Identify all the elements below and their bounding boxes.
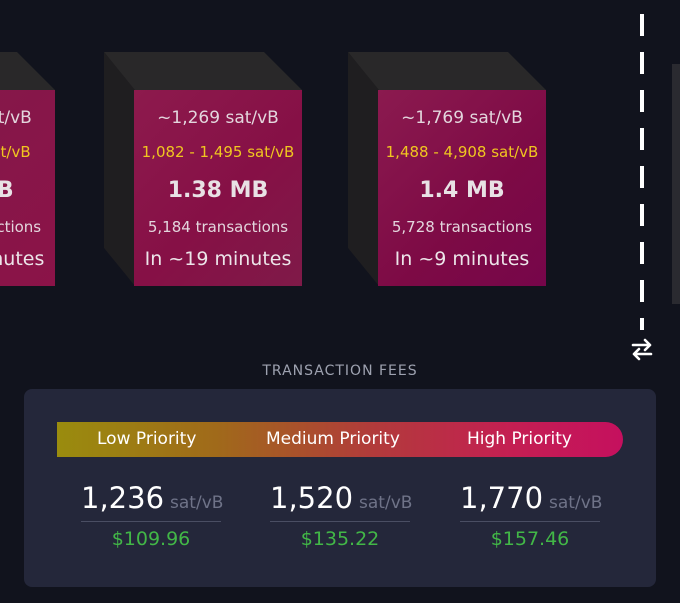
block-eta: In ~19 minutes [144,248,292,270]
fee-underline [460,521,600,522]
block-front-face: ~1,769 sat/vB 1,488 - 4,908 sat/vB 1.4 M… [378,90,546,286]
swap-arrows-icon[interactable] [629,337,655,361]
block-median-fee: ~1,003 sat/vB [0,108,32,128]
fee-underline [270,521,410,522]
mempool-page: ~1,003 sat/vB 7 - 1,008 sat/vB 1.4 MB 4,… [0,0,680,603]
low-priority-label: Low Priority [97,429,197,449]
mempool-block[interactable]: ~1,003 sat/vB 7 - 1,008 sat/vB 1.4 MB 4,… [0,52,55,286]
high-priority-label: High Priority [467,429,572,449]
block-size: 1.4 MB [0,178,14,203]
fee-rate-value: 1,520 [270,481,354,515]
fee-rate-unit: sat/vB [170,493,224,513]
block-size: 1.38 MB [167,178,269,203]
high-priority-fee: 1,770 sat/vB $157.46 [460,481,610,550]
block-side-face [104,52,135,286]
block-fee-range: 1,488 - 4,908 sat/vB [385,143,539,161]
fee-rate-value: 1,770 [460,481,544,515]
block-top-face [0,52,55,90]
fee-usd-value: $157.46 [490,528,570,550]
block-tx-count: 5,728 transactions [391,218,533,236]
low-priority-fee: 1,236 sat/vB $109.96 [81,481,231,550]
fee-usd-value: $135.22 [300,528,380,550]
block-top-face [348,52,546,90]
block-eta: In ~29 minutes [0,248,45,270]
mempool-block[interactable]: ~1,269 sat/vB 1,082 - 1,495 sat/vB 1.38 … [104,52,302,286]
block-eta: In ~9 minutes [394,248,530,270]
block-size: 1.4 MB [419,178,505,203]
block-tx-count: 4,913 transactions [0,218,42,236]
medium-priority-label: Medium Priority [266,429,400,449]
fee-rate-value: 1,236 [81,481,165,515]
fee-rate-unit: sat/vB [549,493,603,513]
block-fee-range: 7 - 1,008 sat/vB [0,143,31,161]
block-fee-range: 1,082 - 1,495 sat/vB [141,143,295,161]
block-side-face [348,52,379,286]
block-median-fee: ~1,769 sat/vB [401,108,523,128]
block-tx-count: 5,184 transactions [147,218,289,236]
fee-underline [81,521,221,522]
transaction-fees-title: TRANSACTION FEES [262,363,418,379]
medium-priority-fee: 1,520 sat/vB $135.22 [270,481,420,550]
mined-block-edge[interactable] [672,64,680,304]
priority-gradient-bar: Low Priority Medium Priority High Priori… [57,422,623,457]
block-front-face: ~1,269 sat/vB 1,082 - 1,495 sat/vB 1.38 … [134,90,302,286]
fee-rate-unit: sat/vB [359,493,413,513]
block-top-face [104,52,302,90]
transaction-fees-card: Low Priority Medium Priority High Priori… [24,389,656,587]
fee-usd-value: $109.96 [111,528,191,550]
mempool-block[interactable]: ~1,769 sat/vB 1,488 - 4,908 sat/vB 1.4 M… [348,52,546,286]
mempool-divider [640,14,644,330]
block-median-fee: ~1,269 sat/vB [157,108,279,128]
block-front-face: ~1,003 sat/vB 7 - 1,008 sat/vB 1.4 MB 4,… [0,90,55,286]
